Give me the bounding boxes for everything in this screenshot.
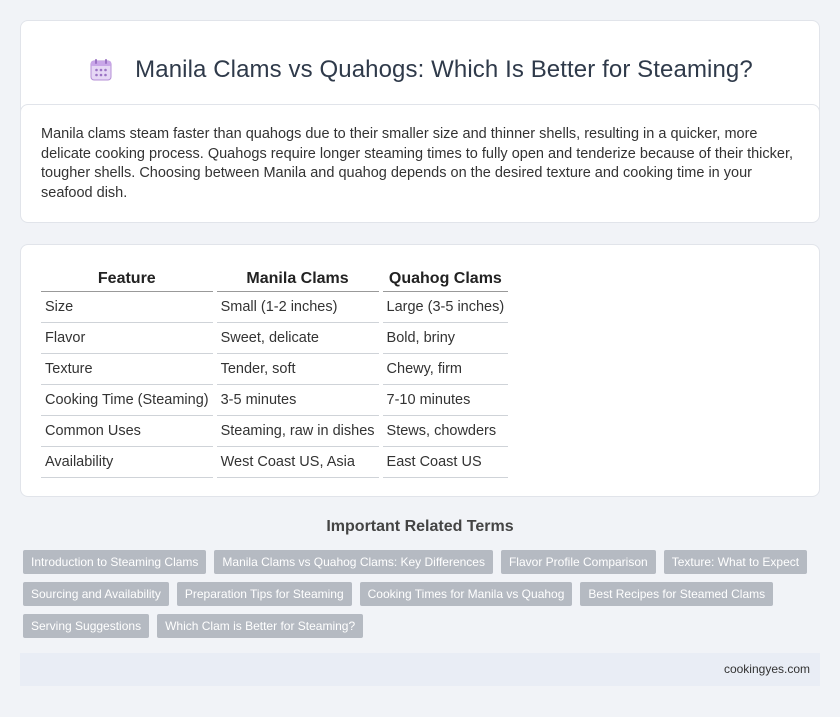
related-tag[interactable]: Preparation Tips for Steaming (176, 582, 352, 606)
header-quahog: Quahog Clams (382, 266, 509, 292)
related-tag[interactable]: Best Recipes for Steamed Clams (580, 582, 774, 606)
related-tag[interactable]: Serving Suggestions (23, 614, 150, 638)
footer: cookingyes.com (20, 653, 820, 686)
table-cell: Size (41, 292, 213, 323)
related-tag[interactable]: Flavor Profile Comparison (500, 550, 656, 574)
table-cell: Large (3-5 inches) (382, 292, 509, 323)
title-wrap: Manila Clams vs Quahogs: Which Is Better… (87, 56, 753, 84)
comparison-table: Feature Manila Clams Quahog Clams Size S… (37, 266, 512, 478)
table-cell: Common Uses (41, 416, 213, 447)
related-tag[interactable]: Which Clam is Better for Steaming? (157, 614, 364, 638)
table-cell: 3-5 minutes (216, 385, 379, 416)
table-row: Cooking Time (Steaming) 3-5 minutes 7-10… (41, 385, 509, 416)
related-tag[interactable]: Introduction to Steaming Clams (23, 550, 207, 574)
table-cell: Sweet, delicate (216, 323, 379, 354)
header-manila: Manila Clams (216, 266, 379, 292)
table-cell: Chewy, firm (382, 354, 509, 385)
table-cell: West Coast US, Asia (216, 447, 379, 478)
table-cell: East Coast US (382, 447, 509, 478)
summary-text: Manila clams steam faster than quahogs d… (41, 126, 794, 201)
related-terms-list: Introduction to Steaming Clams Manila Cl… (23, 550, 823, 638)
summary-card: Manila clams steam faster than quahogs d… (20, 104, 820, 223)
table-row: Common Uses Steaming, raw in dishes Stew… (41, 416, 509, 447)
table-cell: 7-10 minutes (382, 385, 509, 416)
table-row: Flavor Sweet, delicate Bold, briny (41, 323, 509, 354)
table-cell: Stews, chowders (382, 416, 509, 447)
table-cell: Cooking Time (Steaming) (41, 385, 213, 416)
comparison-table-card: Feature Manila Clams Quahog Clams Size S… (20, 244, 820, 497)
calendar-icon (87, 56, 115, 84)
related-tag[interactable]: Manila Clams vs Quahog Clams: Key Differ… (214, 550, 493, 574)
table-header-row: Feature Manila Clams Quahog Clams (41, 266, 509, 292)
table-cell: Texture (41, 354, 213, 385)
table-cell: Bold, briny (382, 323, 509, 354)
table-cell: Small (1-2 inches) (216, 292, 379, 323)
related-terms-heading: Important Related Terms (326, 518, 514, 535)
table-cell: Tender, soft (216, 354, 379, 385)
table-cell: Flavor (41, 323, 213, 354)
page-title: Manila Clams vs Quahogs: Which Is Better… (135, 55, 753, 83)
footer-site-link[interactable]: cookingyes.com (724, 662, 810, 676)
table-row: Availability West Coast US, Asia East Co… (41, 447, 509, 478)
table-cell: Availability (41, 447, 213, 478)
table-row: Size Small (1-2 inches) Large (3-5 inche… (41, 292, 509, 323)
related-tag[interactable]: Sourcing and Availability (23, 582, 169, 606)
header-feature: Feature (41, 266, 213, 292)
table-row: Texture Tender, soft Chewy, firm (41, 354, 509, 385)
related-tag[interactable]: Texture: What to Expect (663, 550, 808, 574)
related-tag[interactable]: Cooking Times for Manila vs Quahog (359, 582, 573, 606)
table-cell: Steaming, raw in dishes (216, 416, 379, 447)
